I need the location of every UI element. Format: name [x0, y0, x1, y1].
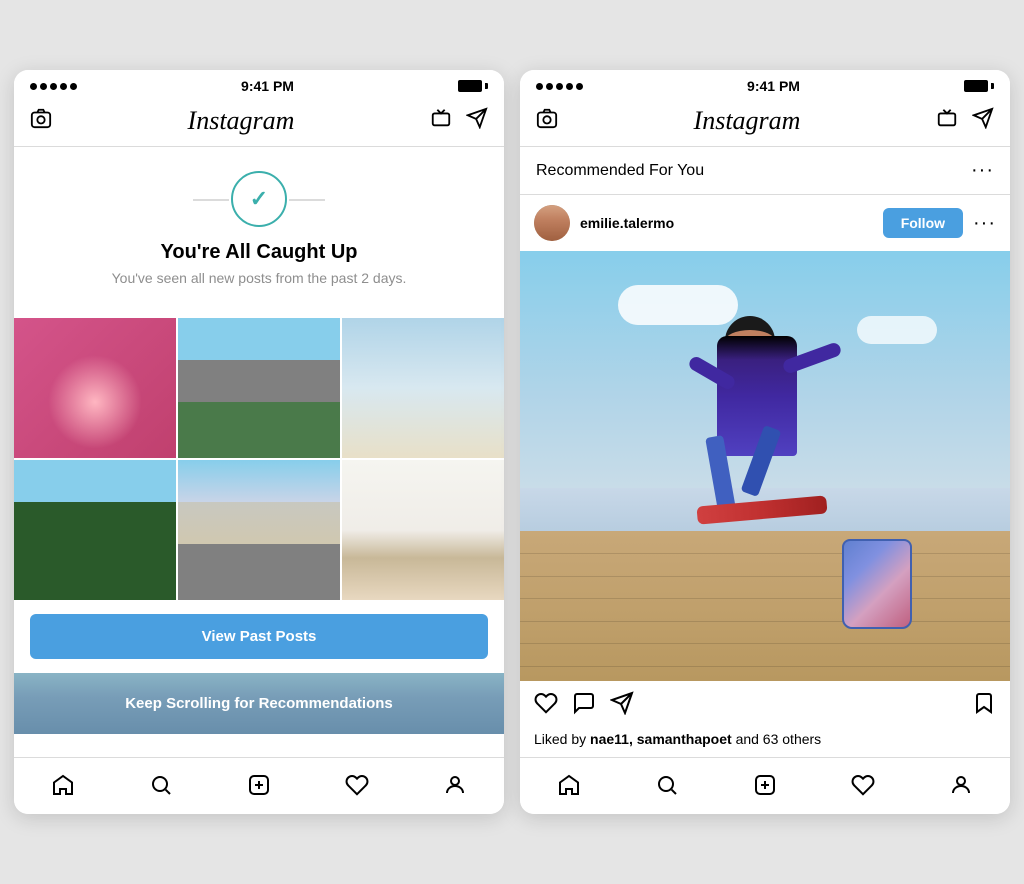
- post-username[interactable]: emilie.talermo: [580, 215, 674, 231]
- nav-heart-2[interactable]: [843, 770, 883, 800]
- tv-icon[interactable]: [430, 107, 452, 135]
- check-icon: ✓: [250, 186, 268, 212]
- nav-search-2[interactable]: [647, 770, 687, 800]
- signal-dots-2: [536, 83, 583, 90]
- divider-left: [193, 199, 229, 201]
- comment-icon[interactable]: [572, 691, 596, 721]
- caught-up-title: You're All Caught Up: [161, 241, 358, 264]
- nav-heart-1[interactable]: [337, 770, 377, 800]
- grid-photo-2: [178, 318, 340, 458]
- nav-search-1[interactable]: [141, 770, 181, 800]
- send-icon-2[interactable]: [972, 107, 994, 135]
- view-past-posts-button[interactable]: View Past Posts: [30, 614, 488, 659]
- actions-left: [534, 691, 634, 721]
- post-header: emilie.talermo Follow ···: [520, 195, 1010, 251]
- post-user-info: emilie.talermo: [534, 205, 674, 241]
- battery-icon-1: [458, 80, 488, 92]
- post-actions: [520, 681, 1010, 731]
- avatar: [534, 205, 570, 241]
- keep-scrolling-banner: Keep Scrolling for Recommendations: [14, 673, 504, 734]
- phone-2: 9:41 PM Instagram: [520, 70, 1010, 814]
- caught-up-section: ✓ You're All Caught Up You've seen all n…: [14, 147, 504, 302]
- keep-scrolling-label: Keep Scrolling for Recommendations: [125, 695, 393, 712]
- nav-bar-1: Instagram: [14, 98, 504, 147]
- cloud-2: [857, 316, 937, 344]
- skater: [667, 316, 867, 566]
- post-header-right: Follow ···: [883, 208, 996, 238]
- recommended-header: Recommended For You ···: [520, 147, 1010, 195]
- status-time-1: 9:41 PM: [241, 78, 294, 94]
- nav-add-2[interactable]: [745, 770, 785, 800]
- skate-scene: [520, 251, 1010, 681]
- grid-photo-6: [342, 460, 504, 600]
- photo-grid: [14, 318, 504, 600]
- nav-icons-right-1: [430, 107, 488, 135]
- status-time-2: 9:41 PM: [747, 78, 800, 94]
- post-image: [520, 251, 1010, 681]
- nav-left-1: [30, 107, 52, 135]
- like-icon[interactable]: [534, 691, 558, 721]
- recommended-title: Recommended For You: [536, 162, 704, 180]
- battery-icon-2: [964, 80, 994, 92]
- grid-photo-4: [14, 460, 176, 600]
- recommended-more-icon[interactable]: ···: [971, 159, 994, 182]
- nav-icons-right-2: [936, 107, 994, 135]
- instagram-logo-1: Instagram: [188, 106, 295, 136]
- grid-photo-3: [342, 318, 504, 458]
- instagram-logo-2: Instagram: [694, 106, 801, 136]
- caught-up-subtitle: You've seen all new posts from the past …: [112, 270, 407, 286]
- send-icon[interactable]: [466, 107, 488, 135]
- camera-icon[interactable]: [30, 107, 52, 135]
- status-bar-2: 9:41 PM: [520, 70, 1010, 98]
- liked-by-text: Liked by nae11, samanthapoet and 63 othe…: [534, 731, 821, 747]
- camera-icon-2[interactable]: [536, 107, 558, 135]
- share-icon[interactable]: [610, 691, 634, 721]
- nav-home-1[interactable]: [43, 770, 83, 800]
- grid-photo-5: [178, 460, 340, 600]
- signal-dots: [30, 83, 77, 90]
- likes-row: Liked by nae11, samanthapoet and 63 othe…: [520, 731, 1010, 757]
- phone-1: 9:41 PM Instagram: [14, 70, 504, 814]
- nav-add-1[interactable]: [239, 770, 279, 800]
- save-icon[interactable]: [972, 691, 996, 721]
- nav-profile-2[interactable]: [941, 770, 981, 800]
- follow-button[interactable]: Follow: [883, 208, 963, 238]
- nav-bar-2: Instagram: [520, 98, 1010, 147]
- grid-photo-1: [14, 318, 176, 458]
- nav-left-2: [536, 107, 558, 135]
- tv-icon-2[interactable]: [936, 107, 958, 135]
- nav-profile-1[interactable]: [435, 770, 475, 800]
- bottom-nav-1: [14, 757, 504, 814]
- phone1-content: ✓ You're All Caught Up You've seen all n…: [14, 147, 504, 757]
- post-more-icon[interactable]: ···: [973, 212, 996, 235]
- check-circle: ✓: [231, 171, 287, 227]
- divider-right: [289, 199, 325, 201]
- nav-home-2[interactable]: [549, 770, 589, 800]
- status-bar-1: 9:41 PM: [14, 70, 504, 98]
- bottom-nav-2: [520, 757, 1010, 814]
